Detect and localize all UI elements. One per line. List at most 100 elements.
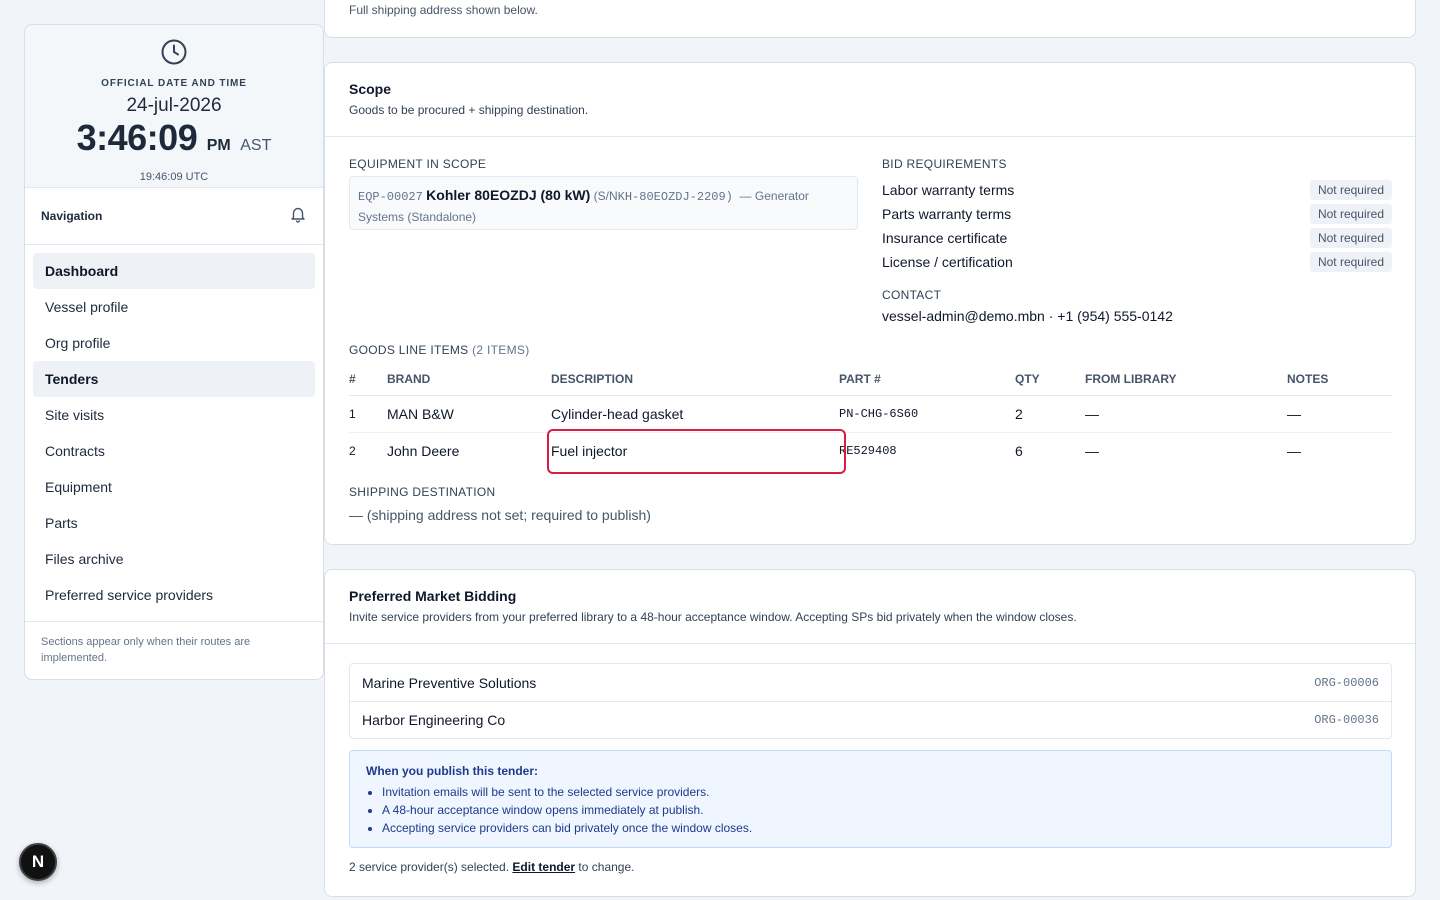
clock-icon	[25, 38, 323, 66]
pmb-title: Preferred Market Bidding	[349, 588, 517, 604]
clock-time-value: 3:46:09	[76, 117, 198, 158]
equipment-sn: KH-80EOZDJ-2209)	[617, 190, 733, 204]
status-badge: Not required	[1309, 228, 1392, 248]
row-qty: 6	[1015, 442, 1023, 459]
clock-date: 24-jul-2026	[126, 95, 222, 116]
table-row: 1 MAN B&W Cylinder-head gasket PN-CHG-6S…	[349, 395, 1392, 433]
bid-requirement-label: Parts warranty terms	[882, 206, 1012, 222]
clock-utc: 19:46:09 UTC	[139, 171, 209, 183]
list-item[interactable]: Marine Preventive Solutions ORG-00006	[350, 664, 1391, 701]
table-row: 2 John Deere Fuel injector RE529408 6 — …	[349, 432, 1392, 469]
sidebar-item-tenders[interactable]: Tenders	[33, 361, 315, 397]
goods-table: # BRAND DESCRIPTION PART # QTY FROM LIBR…	[349, 363, 1392, 469]
nav-note: Sections appear only when their routes a…	[41, 636, 251, 664]
column-header: FROM LIBRARY	[1085, 363, 1287, 396]
footer-suffix: to change.	[578, 860, 635, 874]
list-item[interactable]: Harbor Engineering Co ORG-00036	[350, 701, 1391, 738]
row-notes: —	[1287, 442, 1301, 459]
equipment-name: Kohler 80EOZDJ (80 kW)	[426, 187, 591, 203]
row-index: 1	[349, 395, 387, 433]
official-clock: OFFICIAL DATE AND TIME 24-jul-2026 3:46:…	[25, 25, 323, 188]
clock-label: OFFICIAL DATE AND TIME	[101, 78, 247, 89]
publish-info-box: When you publish this tender: Invitation…	[349, 750, 1392, 848]
info-item: Invitation emails will be sent to the se…	[382, 783, 1375, 801]
pmb-subtitle: Invite service providers from your prefe…	[349, 610, 1077, 624]
equipment-sn-prefix: (S/N	[593, 189, 618, 203]
sidebar-item-contracts[interactable]: Contracts	[33, 433, 315, 469]
column-header: PART #	[839, 363, 1015, 396]
address-card: Full shipping address shown below.	[324, 0, 1416, 38]
row-from-library: —	[1085, 395, 1287, 433]
column-header: BRAND	[387, 363, 551, 396]
row-notes: —	[1287, 395, 1392, 433]
pmb-header: Preferred Market Bidding Invite service …	[325, 570, 1415, 644]
selection-footer: 2 service provider(s) selected. Edit ten…	[349, 860, 634, 874]
column-header: DESCRIPTION	[551, 363, 839, 396]
clock-ampm: PM	[206, 137, 231, 154]
row-qty: 2	[1015, 395, 1085, 433]
row-part-number: PN-CHG-6S60	[839, 395, 1015, 433]
dev-tools-badge[interactable]: N	[19, 843, 57, 881]
contact-label: CONTACT	[882, 288, 942, 302]
column-header: NOTES	[1287, 363, 1392, 396]
scope-title: Scope	[349, 81, 392, 97]
sidebar-item-files-archive[interactable]: Files archive	[33, 541, 315, 577]
info-list: Invitation emails will be sent to the se…	[366, 783, 1375, 837]
preferred-market-bidding-card: Preferred Market Bidding Invite service …	[324, 569, 1416, 897]
info-item: Accepting service providers can bid priv…	[382, 819, 1375, 837]
goods-count: (2 ITEMS)	[472, 343, 530, 357]
bid-requirement-label: Labor warranty terms	[882, 182, 1015, 198]
edit-tender-link[interactable]: Edit tender	[512, 860, 575, 874]
clock-time: 3:46:09 PM AST	[25, 118, 323, 166]
bid-requirement-row: Labor warranty terms Not required	[882, 180, 1392, 200]
status-badge: Not required	[1309, 204, 1392, 224]
contact-value: vessel-admin@demo.mbn · +1 (954) 555-014…	[882, 308, 1173, 324]
column-header: QTY	[1015, 363, 1085, 396]
status-badge: Not required	[1309, 180, 1392, 200]
sidebar-item-site-visits[interactable]: Site visits	[33, 397, 315, 433]
provider-name: Harbor Engineering Co	[362, 712, 506, 728]
row-from-library: —	[1085, 442, 1099, 459]
shipping-value: — (shipping address not set; required to…	[349, 507, 651, 523]
provider-org-id: ORG-00036	[1314, 713, 1379, 727]
bid-requirement-label: License / certification	[882, 254, 1013, 270]
row-description: Fuel injector	[551, 442, 628, 459]
equipment-box[interactable]: EQP-00027 Kohler 80EOZDJ (80 kW) (S/NKH-…	[349, 176, 858, 230]
bid-requirement-row: License / certification Not required	[882, 252, 1392, 272]
table-header-row: # BRAND DESCRIPTION PART # QTY FROM LIBR…	[349, 363, 1392, 396]
info-item: A 48-hour acceptance window opens immedi…	[382, 801, 1375, 819]
nav-title: Navigation	[41, 209, 103, 223]
sidebar-item-vessel-profile[interactable]: Vessel profile	[33, 289, 315, 325]
bell-icon[interactable]	[289, 205, 307, 228]
bid-requirements-label: BID REQUIREMENTS	[882, 157, 1007, 171]
goods-label-text: GOODS LINE ITEMS	[349, 343, 469, 357]
equipment-label: EQUIPMENT IN SCOPE	[349, 157, 487, 171]
sidebar-item-preferred-service-providers[interactable]: Preferred service providers	[33, 577, 315, 613]
row-brand: MAN B&W	[387, 395, 551, 433]
row-brand: John Deere	[387, 442, 460, 459]
provider-org-id: ORG-00006	[1314, 675, 1379, 690]
shipping-label: SHIPPING DESTINATION	[349, 485, 496, 499]
nav-list: Dashboard Vessel profile Org profile Ten…	[25, 245, 323, 622]
bid-requirement-row: Insurance certificate Not required	[882, 228, 1392, 248]
scope-card: Scope Goods to be procured + shipping de…	[324, 62, 1416, 545]
status-badge: Not required	[1309, 252, 1392, 272]
provider-list: Marine Preventive Solutions ORG-00006 Ha…	[349, 663, 1392, 739]
sidebar-item-parts[interactable]: Parts	[33, 505, 315, 541]
sidebar-item-dashboard[interactable]: Dashboard	[33, 253, 315, 289]
column-header: #	[349, 363, 387, 396]
goods-label: GOODS LINE ITEMS (2 ITEMS)	[349, 343, 530, 357]
sidebar-item-equipment[interactable]: Equipment	[33, 469, 315, 505]
bid-requirement-row: Parts warranty terms Not required	[882, 204, 1392, 224]
provider-name: Marine Preventive Solutions	[362, 674, 537, 691]
address-note: Full shipping address shown below.	[349, 3, 538, 17]
row-description: Cylinder-head gasket	[551, 395, 839, 433]
scope-header: Scope Goods to be procured + shipping de…	[325, 63, 1415, 137]
row-index: 2	[349, 443, 356, 458]
sidebar: OFFICIAL DATE AND TIME 24-jul-2026 3:46:…	[24, 24, 324, 680]
footer-prefix: 2 service provider(s) selected.	[349, 860, 510, 874]
info-title: When you publish this tender:	[366, 764, 538, 778]
clock-timezone: AST	[240, 137, 272, 154]
equipment-id: EQP-00027	[358, 190, 423, 204]
sidebar-item-org-profile[interactable]: Org profile	[33, 325, 315, 361]
